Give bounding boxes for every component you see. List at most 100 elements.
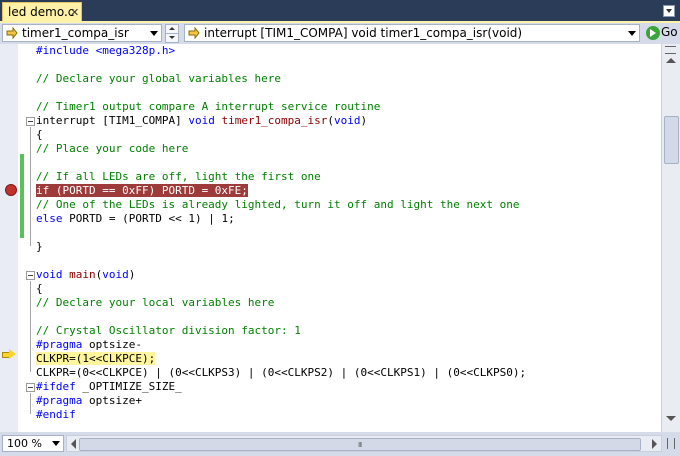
collapse-icon[interactable] — [26, 271, 35, 280]
code-line[interactable] — [36, 310, 526, 324]
chevron-down-icon — [52, 441, 60, 446]
ide-window: led demo.c ✕ timer1_compa_isr interrupt … — [0, 0, 680, 456]
collapse-icon[interactable] — [26, 117, 35, 126]
scroll-up-icon[interactable] — [666, 58, 676, 63]
horizontal-scrollbar[interactable]: III — [66, 435, 662, 452]
code-line[interactable] — [36, 86, 526, 100]
split-view-buttons[interactable] — [165, 24, 179, 43]
code-line[interactable] — [36, 226, 526, 240]
code-line[interactable]: void main(void) — [36, 268, 526, 282]
code-line[interactable] — [36, 254, 526, 268]
code-line[interactable]: // Place your code here — [36, 142, 526, 156]
vertical-scrollbar[interactable] — [661, 44, 680, 432]
code-token: #pragma — [36, 338, 83, 351]
code-line[interactable]: #include <mega328p.h> — [36, 44, 526, 58]
member-dropdown[interactable]: interrupt [TIM1_COMPA] void timer1_compa… — [184, 24, 640, 42]
code-token: optsize+ — [82, 394, 142, 407]
scroll-down-icon[interactable] — [165, 33, 179, 43]
go-button[interactable]: Go — [645, 24, 678, 42]
tab-list-dropdown-button[interactable] — [663, 5, 675, 17]
scope-icon — [6, 27, 18, 39]
scroll-left-icon[interactable] — [71, 439, 76, 449]
horizontal-split-grip[interactable] — [662, 435, 678, 452]
code-token: { — [36, 282, 43, 295]
code-line[interactable]: #pragma optsize+ — [36, 394, 526, 408]
code-line[interactable]: CLKPR=(1<<CLKPCE); — [36, 352, 526, 366]
outline-line — [30, 127, 31, 246]
code-token: PORTD = (PORTD << 1) | 1; — [62, 212, 235, 225]
breakpoint-icon[interactable] — [5, 184, 17, 196]
code-line[interactable]: // Crystal Oscillator division factor: 1 — [36, 324, 526, 338]
scope-dropdown[interactable]: timer1_compa_isr — [2, 24, 162, 42]
code-line[interactable]: // Timer1 output compare A interrupt ser… — [36, 100, 526, 114]
code-line[interactable]: // One of the LEDs is already lighted, t… — [36, 198, 526, 212]
code-token: else — [36, 212, 63, 225]
code-token: interrupt [TIM1_COMPA] — [36, 114, 189, 127]
code-token: // If all LEDs are off, light the first … — [36, 170, 321, 183]
code-token: ) — [360, 114, 368, 127]
code-token: void — [102, 268, 129, 281]
code-token: } — [36, 240, 43, 253]
document-tab-label: led demo.c — [8, 5, 75, 19]
document-tab-strip: led demo.c ✕ — [0, 0, 680, 22]
code-token: #endif — [36, 408, 76, 421]
code-line[interactable]: // If all LEDs are off, light the first … — [36, 170, 526, 184]
scope-dropdown-value: timer1_compa_isr — [22, 26, 129, 40]
code-line[interactable]: interrupt [TIM1_COMPA] void timer1_compa… — [36, 114, 526, 128]
code-token: // Declare your global variables here — [36, 72, 282, 85]
code-text-area[interactable]: #include <mega328p.h> // Declare your glo… — [36, 44, 526, 422]
code-line[interactable]: { — [36, 282, 526, 296]
zoom-dropdown[interactable]: 100 % — [2, 435, 64, 452]
document-tab[interactable]: led demo.c ✕ — [2, 2, 82, 22]
code-line[interactable] — [36, 58, 526, 72]
chevron-down-icon — [150, 31, 158, 36]
go-button-label: Go — [661, 25, 678, 39]
code-token: // Crystal Oscillator division factor: 1 — [36, 324, 301, 337]
code-token: main — [69, 268, 96, 281]
code-line[interactable] — [36, 156, 526, 170]
chevron-down-icon — [628, 31, 636, 36]
horizontal-scroll-thumb[interactable]: III — [79, 438, 641, 451]
scroll-right-icon[interactable] — [652, 439, 657, 449]
zoom-level: 100 % — [7, 437, 42, 450]
code-token: optsize- — [82, 338, 142, 351]
code-line[interactable]: #endif — [36, 408, 526, 422]
code-token: ) — [128, 268, 136, 281]
code-line[interactable]: { — [36, 128, 526, 142]
code-line[interactable]: else PORTD = (PORTD << 1) | 1; — [36, 212, 526, 226]
outline-line — [30, 393, 31, 414]
change-tracking-bar — [20, 154, 24, 238]
code-line[interactable]: if (PORTD == 0xFF) PORTD = 0xFE; — [36, 184, 526, 198]
editor-bottom-bar: 100 % III — [0, 432, 680, 456]
code-line[interactable]: #pragma optsize- — [36, 338, 526, 352]
code-token: { — [36, 128, 43, 141]
scroll-grip: III — [358, 441, 362, 449]
code-token: #include <mega328p.h> — [36, 44, 176, 57]
collapse-icon[interactable] — [26, 383, 35, 392]
outline-line — [30, 281, 31, 372]
code-editor[interactable]: #include <mega328p.h> // Declare your glo… — [0, 44, 661, 432]
code-token: _OPTIMIZE_SIZE_ — [75, 380, 182, 393]
code-token: // Timer1 output compare A interrupt ser… — [36, 100, 381, 113]
code-line[interactable]: #ifdef _OPTIMIZE_SIZE_ — [36, 380, 526, 394]
member-dropdown-value: interrupt [TIM1_COMPA] void timer1_compa… — [204, 26, 523, 40]
current-line-arrow-icon — [2, 349, 16, 359]
code-token: void — [334, 114, 361, 127]
code-token: void — [188, 114, 215, 127]
close-icon[interactable]: ✕ — [70, 6, 79, 19]
code-line[interactable]: // Declare your local variables here — [36, 296, 526, 310]
code-token: if (PORTD == 0xFF) PORTD = 0xFE; — [36, 184, 248, 197]
split-grip-icon[interactable] — [665, 46, 676, 54]
code-token: // Declare your local variables here — [36, 296, 275, 309]
member-icon — [188, 27, 200, 39]
code-line[interactable]: // Declare your global variables here — [36, 72, 526, 86]
navigation-bar: timer1_compa_isr interrupt [TIM1_COMPA] … — [0, 23, 680, 44]
code-token: timer1_compa_isr — [221, 114, 328, 127]
code-token: CLKPR=(0<<CLKPCE) | (0<<CLKPS3) | (0<<CL… — [36, 366, 527, 379]
scroll-down-icon[interactable] — [666, 416, 676, 421]
code-line[interactable]: } — [36, 240, 526, 254]
indicator-margin[interactable] — [0, 44, 18, 432]
go-icon — [646, 26, 660, 40]
code-line[interactable]: CLKPR=(0<<CLKPCE) | (0<<CLKPS3) | (0<<CL… — [36, 366, 526, 380]
vertical-scroll-thumb[interactable] — [664, 116, 679, 164]
